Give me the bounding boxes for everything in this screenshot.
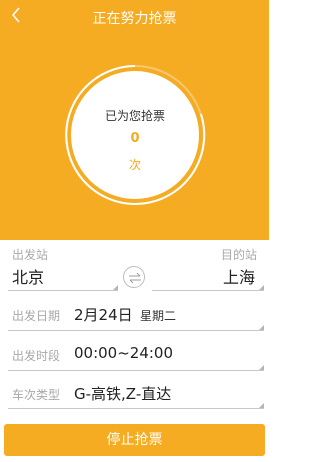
header: 正在努力抢票 已为您抢票 0 次 <box>0 0 269 240</box>
ticket-count-circle: 已为您抢票 0 次 <box>71 71 199 199</box>
time-corner-icon <box>259 365 264 370</box>
swap-arrows-icon <box>129 272 141 284</box>
date-underline <box>8 330 264 331</box>
count-unit: 次 <box>128 158 141 172</box>
to-station-label: 目的站 <box>220 248 257 262</box>
from-station-underline <box>8 290 118 291</box>
to-station-underline <box>152 290 264 291</box>
date-label: 出发日期 <box>12 309 61 323</box>
train-type-label: 车次类型 <box>12 388 61 402</box>
count-label: 已为您抢票 <box>104 109 165 123</box>
date-corner-icon <box>259 325 264 330</box>
from-station-corner-icon <box>113 285 118 290</box>
from-station-value[interactable]: 北京 <box>12 264 44 288</box>
from-station-label: 出发站 <box>12 248 49 262</box>
stop-grab-button[interactable]: 停止抢票 <box>4 424 265 456</box>
page-title: 正在努力抢票 <box>92 11 177 27</box>
time-value[interactable]: 00:00~24:00 <box>74 344 173 362</box>
date-value[interactable]: 2月24日 <box>74 304 133 325</box>
swap-stations-button[interactable] <box>123 266 145 288</box>
train-type-underline <box>8 408 264 409</box>
train-type-value[interactable]: G-高铁,Z-直达 <box>74 383 171 404</box>
weekday-value: 星期二 <box>140 309 177 323</box>
time-label: 出发时段 <box>12 349 61 363</box>
count-value: 0 <box>130 131 140 146</box>
time-underline <box>8 370 264 371</box>
to-station-corner-icon <box>259 285 264 290</box>
to-station-value[interactable]: 上海 <box>223 264 255 288</box>
train-type-corner-icon <box>259 403 264 408</box>
